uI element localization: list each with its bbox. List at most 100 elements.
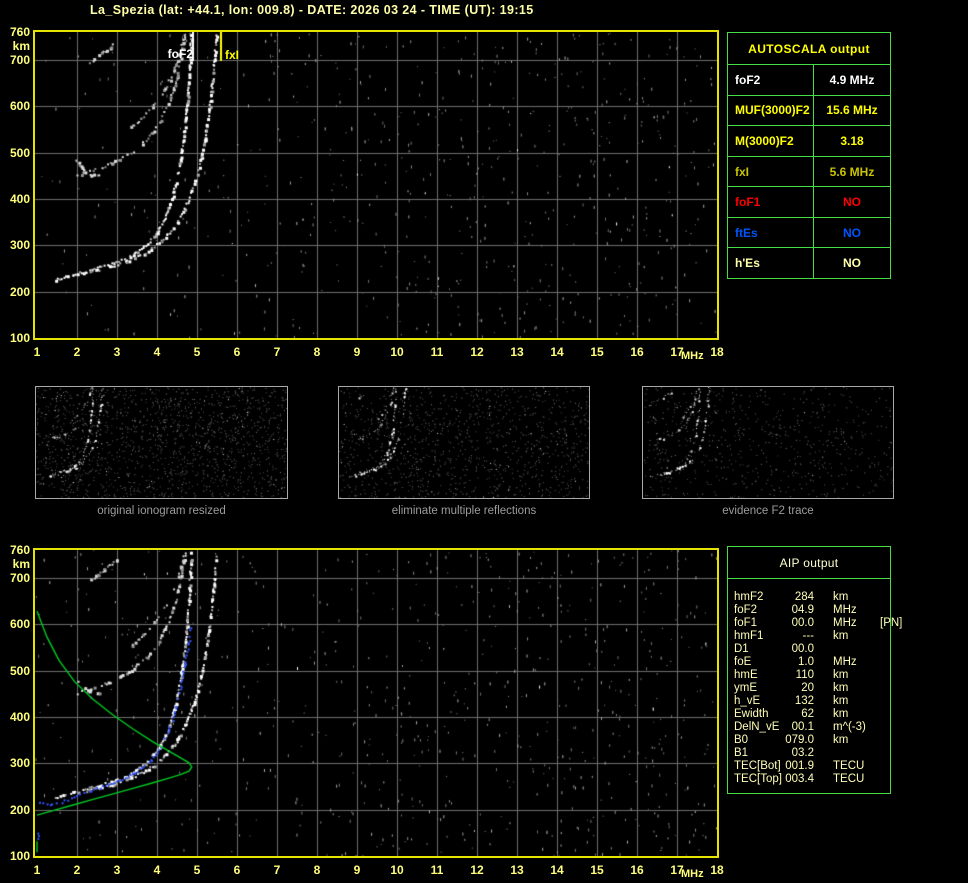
aip-row: hmF2 284 km bbox=[728, 591, 890, 604]
aip-val: 003.4 bbox=[785, 773, 814, 785]
autoscala-output-table: AUTOSCALA output foF2 4.9 MHz MUF(3000)F… bbox=[727, 32, 891, 279]
aip-param: hmF1 bbox=[734, 630, 764, 642]
param-value: 5.6 MHz bbox=[829, 164, 875, 179]
aip-unit: TECU bbox=[833, 760, 865, 772]
thumbnail-original-ionogram bbox=[35, 386, 288, 499]
y-tick-label: 100 bbox=[9, 849, 30, 863]
aip-param: foF2 bbox=[734, 604, 758, 616]
aip-val: 079.0 bbox=[785, 734, 814, 746]
x-tick-label: 8 bbox=[313, 345, 321, 359]
aip-unit: km bbox=[833, 734, 849, 746]
aip-val: --- bbox=[802, 630, 815, 642]
param-label: fxI bbox=[728, 156, 814, 187]
x-tick-label: 1 bbox=[33, 345, 41, 359]
x-tick-label: 15 bbox=[590, 345, 604, 359]
aip-param: B1 bbox=[734, 747, 749, 759]
x-tick-label: 13 bbox=[510, 863, 524, 877]
table-row: M(3000)F2 3.18 bbox=[728, 126, 890, 157]
aip-extra bbox=[866, 656, 890, 669]
x-tick-label: 4 bbox=[153, 345, 161, 359]
aip-table-header: AIP output bbox=[728, 547, 890, 579]
y-axis-unit-label: km bbox=[12, 39, 30, 53]
fxi-marker-label: fxI bbox=[225, 48, 240, 62]
aip-unit: km bbox=[833, 708, 849, 720]
autoscala-table-header: AUTOSCALA output bbox=[728, 33, 890, 65]
x-tick-label: 5 bbox=[193, 863, 201, 877]
y-tick-label: 300 bbox=[9, 756, 30, 771]
aip-row: hmF1 --- km bbox=[728, 630, 890, 643]
aip-param: TEC[Bot] bbox=[734, 760, 781, 772]
y-tick-label: 500 bbox=[9, 663, 30, 678]
y-tick-label: 760 bbox=[9, 543, 30, 557]
aip-row: TEC[Top] 003.4 TECU bbox=[728, 773, 890, 786]
param-label: M(3000)F2 bbox=[728, 126, 814, 156]
table-row: foF1 NO bbox=[728, 187, 890, 218]
aip-extra bbox=[866, 591, 890, 604]
x-tick-label: 11 bbox=[430, 863, 444, 877]
x-tick-label: 3 bbox=[113, 863, 121, 877]
y-tick-label: 600 bbox=[9, 99, 30, 114]
aip-extra bbox=[866, 708, 890, 721]
aip-unit: MHz bbox=[833, 656, 857, 668]
aip-row: TEC[Bot] 001.9 TECU bbox=[728, 760, 890, 773]
x-tick-label: 6 bbox=[233, 863, 241, 877]
x-tick-label: 13 bbox=[510, 345, 524, 359]
station-date-title: La_Spezia (lat: +44.1, lon: 009.8) - DAT… bbox=[90, 3, 534, 17]
aip-param: foF1 bbox=[734, 617, 758, 629]
x-tick-label: 10 bbox=[390, 863, 404, 877]
aip-param: foE bbox=[734, 656, 752, 668]
x-tick-label: 16 bbox=[630, 345, 644, 359]
aip-row: foE 1.0 MHz bbox=[728, 656, 890, 669]
x-tick-label: 18 bbox=[710, 345, 724, 359]
aip-extra bbox=[866, 695, 890, 708]
table-row: fxI 5.6 MHz bbox=[728, 156, 890, 188]
param-value: 4.9 MHz bbox=[829, 72, 875, 87]
aip-unit: km bbox=[833, 591, 849, 603]
aip-param: Ewidth bbox=[734, 708, 769, 720]
aip-unit: km bbox=[833, 695, 849, 707]
aip-extra bbox=[866, 643, 890, 656]
x-tick-label: 10 bbox=[390, 345, 404, 359]
y-axis-unit-label: km bbox=[12, 557, 30, 571]
aip-row: foF1 00.0 MHz [PN] bbox=[728, 617, 902, 630]
x-tick-label: 6 bbox=[233, 345, 241, 359]
aip-param: B0 bbox=[734, 734, 749, 746]
x-tick-label: 9 bbox=[353, 863, 361, 877]
x-tick-label: 9 bbox=[353, 345, 361, 359]
aip-extra bbox=[866, 682, 890, 695]
aip-unit: MHz bbox=[833, 617, 857, 629]
aip-unit bbox=[814, 643, 866, 656]
aip-param: D1 bbox=[734, 643, 749, 655]
x-tick-label: 8 bbox=[313, 863, 321, 877]
aip-val: 04.9 bbox=[791, 604, 814, 616]
ionogram-canvas-bottom bbox=[35, 550, 717, 856]
x-tick-label: 14 bbox=[550, 863, 564, 877]
aip-extra: [PN] bbox=[880, 617, 903, 629]
aip-row: Ewidth 62 km bbox=[728, 708, 890, 721]
aip-extra bbox=[866, 721, 890, 734]
aip-val: 00.1 bbox=[791, 721, 814, 733]
x-tick-label: 7 bbox=[273, 345, 281, 359]
aip-row: foF2 04.9 MHz bbox=[728, 604, 890, 617]
aip-val: 284 bbox=[794, 591, 814, 603]
aip-extra bbox=[866, 760, 890, 773]
aip-val: 132 bbox=[794, 695, 814, 707]
aip-param: h_vE bbox=[734, 695, 761, 707]
ionogram-canvas-top bbox=[35, 32, 717, 338]
x-tick-label: 18 bbox=[710, 863, 724, 877]
table-row: foF2 4.9 MHz bbox=[728, 65, 890, 96]
aip-val: 001.9 bbox=[785, 760, 814, 772]
aip-row: B0 079.0 km bbox=[728, 734, 890, 747]
aip-extra bbox=[866, 773, 890, 786]
x-tick-label: 15 bbox=[590, 863, 604, 877]
param-value: 15.6 MHz bbox=[826, 103, 878, 118]
aip-val: 00.0 bbox=[791, 643, 814, 655]
param-label: foF2 bbox=[728, 65, 814, 95]
x-tick-label: 11 bbox=[430, 345, 444, 359]
aip-unit: km bbox=[833, 669, 849, 681]
thumbnail-canvas bbox=[339, 387, 589, 498]
param-label: ftEs bbox=[728, 217, 814, 248]
aip-param: DelN_vE bbox=[734, 721, 780, 733]
aip-row: DelN_vE 00.1 m^(-3) bbox=[728, 721, 890, 734]
aip-param: hmE bbox=[734, 669, 758, 681]
